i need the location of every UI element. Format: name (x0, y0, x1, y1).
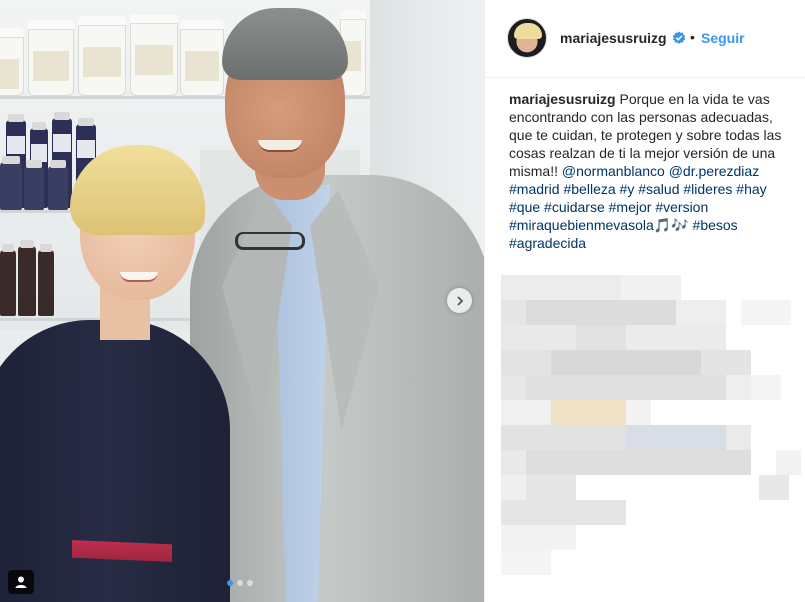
hashtag-link[interactable]: #lideres (683, 181, 732, 197)
chevron-right-icon (456, 295, 463, 306)
blurred-block (551, 350, 701, 375)
blurred-block (676, 300, 726, 325)
post-sidebar: mariajesusruizg • Seguir mariajesusruizg… (484, 0, 805, 602)
blurred-block (626, 325, 726, 350)
mention-link[interactable]: @dr.perezdiaz (669, 163, 759, 179)
jar (180, 20, 224, 96)
blurred-block (726, 375, 751, 400)
hashtag-link[interactable]: #besos (693, 217, 738, 233)
blurred-block (526, 475, 576, 500)
blurred-block (759, 475, 789, 500)
hashtag-link[interactable]: #y (620, 181, 635, 197)
post-header: mariajesusruizg • Seguir (485, 0, 805, 78)
jar (28, 20, 74, 96)
blurred-block (751, 375, 781, 400)
caption-username[interactable]: mariajesusruizg (509, 91, 616, 107)
jar (78, 16, 126, 96)
carousel-dot (247, 580, 253, 586)
bottle (38, 244, 54, 316)
blurred-block (501, 475, 526, 500)
blurred-block (526, 300, 676, 325)
woman-dress (0, 320, 230, 602)
blurred-block (501, 350, 551, 375)
bottle (48, 160, 68, 210)
verified-badge-icon (672, 31, 686, 44)
header-username[interactable]: mariajesusruizg (560, 30, 667, 46)
hashtag-link[interactable]: #cuidarse (544, 199, 605, 215)
blurred-block (741, 300, 791, 325)
hashtag-link[interactable]: #mejor (609, 199, 652, 215)
blurred-comments (501, 275, 805, 602)
blurred-block (701, 350, 751, 375)
jar (0, 28, 24, 96)
post-caption: mariajesusruizg Porque en la vida te vas… (509, 90, 794, 252)
hashtag-link[interactable]: #hay (736, 181, 766, 197)
blurred-block (621, 275, 681, 300)
woman-smile (120, 272, 158, 282)
blurred-block (501, 550, 551, 575)
post-photo[interactable] (0, 0, 484, 602)
hashtag-link[interactable]: #madrid (509, 181, 560, 197)
blurred-block (576, 325, 626, 350)
music-notes-emoji: 🎵🎶 (653, 217, 689, 233)
tagged-people-button[interactable] (8, 570, 34, 594)
bottle (0, 244, 16, 316)
hashtag-link[interactable]: #agradecida (509, 235, 586, 251)
hashtag-link[interactable]: #que (509, 199, 540, 215)
bottle (18, 240, 36, 316)
blurred-block (501, 500, 626, 525)
separator-dot: • (690, 29, 695, 45)
blurred-block (526, 450, 751, 475)
carousel-dots (227, 580, 253, 586)
blurred-block (501, 275, 621, 300)
carousel-dot-active (227, 580, 233, 586)
blurred-block (501, 525, 576, 550)
follow-button[interactable]: Seguir (701, 30, 745, 46)
blurred-block (501, 450, 526, 475)
blurred-block (501, 375, 526, 400)
blurred-block (626, 425, 726, 450)
blurred-block (501, 300, 526, 325)
blurred-block (501, 425, 626, 450)
man-smile (258, 140, 302, 152)
blurred-block (501, 400, 551, 425)
jar (130, 14, 178, 96)
carousel-next-button[interactable] (447, 288, 472, 313)
glasses (235, 232, 305, 250)
avatar[interactable] (507, 18, 547, 58)
blurred-block (726, 425, 751, 450)
blurred-block (776, 450, 801, 475)
hashtag-link[interactable]: #miraquebienmevasola (509, 217, 654, 233)
bottle (24, 160, 44, 210)
blurred-block (551, 400, 626, 425)
blurred-block (526, 375, 726, 400)
hashtag-link[interactable]: #belleza (563, 181, 615, 197)
hashtag-link[interactable]: #version (655, 199, 708, 215)
mention-link[interactable]: @normanblanco (562, 163, 665, 179)
blurred-block (501, 325, 576, 350)
hashtag-link[interactable]: #salud (638, 181, 679, 197)
person-icon (15, 576, 27, 588)
blurred-block (626, 400, 651, 425)
bottle (0, 156, 22, 210)
carousel-dot (237, 580, 243, 586)
